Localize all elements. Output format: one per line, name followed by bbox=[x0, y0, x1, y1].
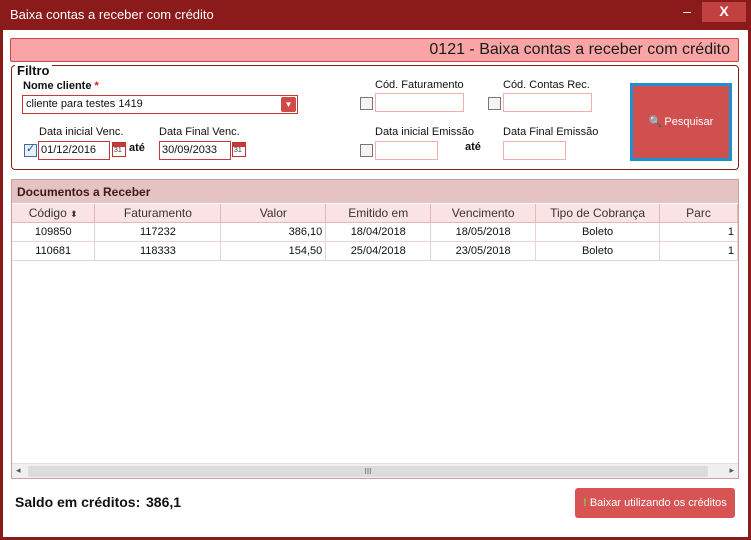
ate-label: até bbox=[465, 141, 481, 153]
table-row[interactable]: 110681 118333 154,50 25/04/2018 23/05/20… bbox=[12, 241, 738, 261]
cell-valor: 386,10 bbox=[220, 222, 327, 242]
pesquisar-label: Pesquisar bbox=[664, 116, 714, 128]
cell-valor: 154,50 bbox=[220, 241, 327, 261]
required-mark: * bbox=[94, 80, 99, 92]
scroll-right-icon[interactable]: ▸ bbox=[729, 465, 734, 476]
data-inicial-emissao-checkbox[interactable] bbox=[360, 144, 373, 157]
page-title: 0121 - Baixa contas a receber com crédit… bbox=[429, 41, 730, 58]
cell-tipo-cobranca: Boleto bbox=[535, 222, 661, 242]
column-header[interactable]: Faturamento bbox=[94, 204, 222, 223]
app-window: Baixa contas a receber com crédito – X 0… bbox=[0, 0, 751, 540]
nome-cliente-value: cliente para testes 1419 bbox=[26, 98, 143, 110]
column-header[interactable]: Emitido em bbox=[325, 204, 432, 223]
documents-panel: Documentos a Receber Código ⬍ Faturament… bbox=[11, 179, 739, 479]
baixar-creditos-button[interactable]: ! Baixar utilizando os créditos bbox=[575, 488, 735, 518]
chevron-down-icon[interactable]: ▼ bbox=[281, 97, 296, 112]
horizontal-scrollbar[interactable]: ◂ III ▸ bbox=[12, 463, 738, 478]
pesquisar-button[interactable]: 🔍 Pesquisar bbox=[630, 83, 732, 161]
nome-cliente-select[interactable]: cliente para testes 1419 ▼ bbox=[22, 95, 298, 114]
data-final-emissao-input[interactable] bbox=[503, 141, 566, 160]
data-inicial-venc-label: Data inicial Venc. bbox=[39, 126, 124, 138]
title-bar: Baixa contas a receber com crédito – X bbox=[0, 0, 751, 30]
close-button[interactable]: X bbox=[702, 2, 746, 22]
cod-contas-rec-label: Cód. Contas Rec. bbox=[503, 79, 590, 91]
data-final-emissao-label: Data Final Emissão bbox=[503, 126, 599, 138]
cell-codigo: 109850 bbox=[12, 222, 96, 242]
baixar-label: Baixar utilizando os créditos bbox=[589, 497, 727, 509]
cell-faturamento: 118333 bbox=[94, 241, 222, 261]
main-content: 0121 - Baixa contas a receber com crédit… bbox=[3, 30, 748, 537]
saldo-value: 386,1 bbox=[146, 494, 182, 510]
data-final-venc-input[interactable]: 30/09/2033 bbox=[159, 141, 231, 160]
table-header-row: Código ⬍ Faturamento Valor Emitido em Ve… bbox=[12, 204, 738, 223]
table-row[interactable]: 109850 117232 386,10 18/04/2018 18/05/20… bbox=[12, 222, 738, 242]
sort-icon: ⬍ bbox=[70, 208, 78, 219]
calendar-icon[interactable]: 31 bbox=[112, 142, 126, 157]
scroll-left-icon[interactable]: ◂ bbox=[16, 465, 21, 476]
calendar-icon[interactable]: 31 bbox=[232, 142, 246, 157]
cod-contas-rec-input[interactable] bbox=[503, 93, 592, 112]
ate-label: até bbox=[129, 142, 145, 154]
cod-faturamento-input[interactable] bbox=[375, 93, 464, 112]
nome-cliente-label: Nome cliente * bbox=[23, 80, 99, 92]
saldo-label: Saldo em créditos: bbox=[15, 494, 141, 510]
data-inicial-emissao-label: Data inicial Emissão bbox=[375, 126, 475, 138]
column-header[interactable]: Vencimento bbox=[430, 204, 537, 223]
scroll-thumb[interactable]: III bbox=[28, 466, 708, 477]
cod-faturamento-checkbox[interactable] bbox=[360, 97, 373, 110]
column-header[interactable]: Parc bbox=[659, 204, 738, 223]
documents-header: Documentos a Receber bbox=[12, 180, 738, 203]
cell-codigo: 110681 bbox=[12, 241, 96, 261]
data-inicial-venc-input[interactable]: 01/12/2016 bbox=[38, 141, 110, 160]
cell-emitido: 25/04/2018 bbox=[325, 241, 432, 261]
window-title: Baixa contas a receber com crédito bbox=[10, 7, 214, 22]
cell-vencimento: 23/05/2018 bbox=[430, 241, 537, 261]
documents-title: Documentos a Receber bbox=[17, 185, 151, 199]
documents-table: Código ⬍ Faturamento Valor Emitido em Ve… bbox=[12, 204, 738, 261]
cell-faturamento: 117232 bbox=[94, 222, 222, 242]
cell-vencimento: 18/05/2018 bbox=[430, 222, 537, 242]
column-header[interactable]: Valor bbox=[220, 204, 327, 223]
cell-emitido: 18/04/2018 bbox=[325, 222, 432, 242]
search-icon: 🔍 bbox=[648, 116, 663, 128]
column-header[interactable]: Código ⬍ bbox=[12, 204, 96, 223]
data-inicial-venc-checkbox[interactable] bbox=[24, 142, 37, 157]
minimize-button[interactable]: – bbox=[674, 2, 700, 22]
cell-parc: 1 bbox=[659, 241, 738, 261]
data-inicial-emissao-input[interactable] bbox=[375, 141, 438, 160]
cell-parc: 1 bbox=[659, 222, 738, 242]
filter-legend: Filtro bbox=[15, 63, 52, 78]
alert-icon: ! bbox=[583, 497, 587, 509]
column-header[interactable]: Tipo de Cobrança bbox=[535, 204, 661, 223]
cell-tipo-cobranca: Boleto bbox=[535, 241, 661, 261]
data-final-venc-label: Data Final Venc. bbox=[159, 126, 240, 138]
cod-contas-rec-checkbox[interactable] bbox=[488, 97, 501, 110]
page-header: 0121 - Baixa contas a receber com crédit… bbox=[10, 38, 739, 62]
cod-faturamento-label: Cód. Faturamento bbox=[375, 79, 464, 91]
